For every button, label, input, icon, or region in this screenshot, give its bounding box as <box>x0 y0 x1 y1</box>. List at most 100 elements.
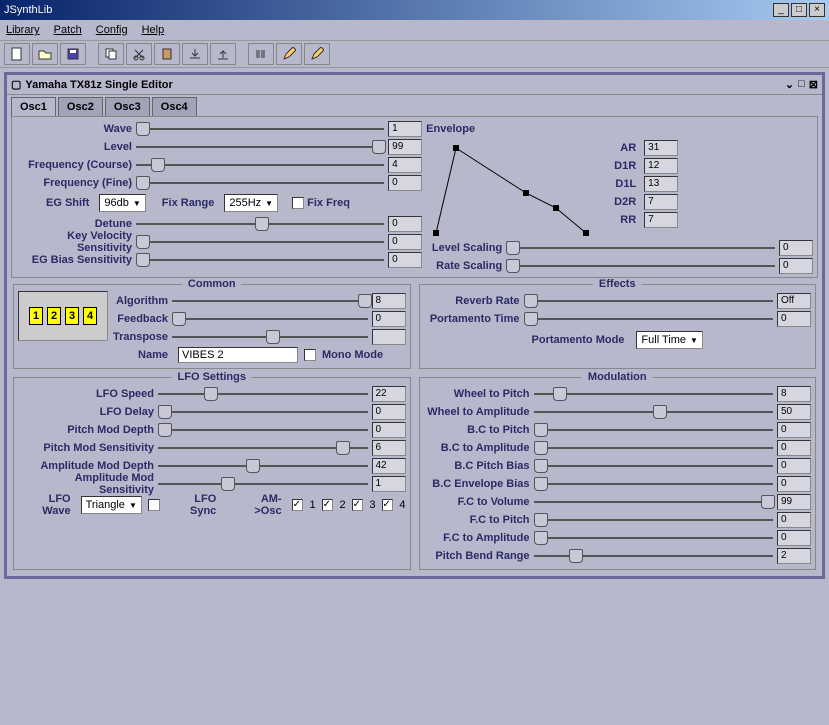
close-button[interactable]: × <box>809 3 825 17</box>
copy-icon[interactable] <box>98 43 124 65</box>
am1-checkbox[interactable] <box>292 499 304 511</box>
porta-slider[interactable] <box>524 312 774 326</box>
close-icon[interactable]: ⊠ <box>809 78 818 91</box>
freqf-value: 0 <box>388 175 422 191</box>
minimize-button[interactable]: _ <box>773 3 789 17</box>
fca-slider[interactable] <box>534 531 774 545</box>
d1l-value[interactable]: 13 <box>644 176 678 192</box>
egbs-value: 0 <box>388 252 422 268</box>
kvs-slider[interactable] <box>136 235 384 249</box>
amd-slider[interactable] <box>158 459 368 473</box>
freqf-slider[interactable] <box>136 176 384 190</box>
bcpb-slider[interactable] <box>534 459 774 473</box>
tab-osc2[interactable]: Osc2 <box>58 97 103 116</box>
feedback-slider[interactable] <box>172 312 368 326</box>
transpose-slider[interactable] <box>172 330 368 344</box>
pmd-label: Pitch Mod Depth <box>18 424 158 436</box>
mono-checkbox[interactable] <box>304 349 316 361</box>
freqc-slider[interactable] <box>136 158 384 172</box>
titlebar: JSynthLib _ □ × <box>0 0 829 20</box>
cut-icon[interactable] <box>126 43 152 65</box>
play-icon[interactable] <box>248 43 274 65</box>
tab-osc1[interactable]: Osc1 <box>11 97 56 116</box>
reverb-slider[interactable] <box>524 294 774 308</box>
maximize-button[interactable]: □ <box>791 3 807 17</box>
window-icon: ▢ <box>11 78 21 91</box>
bcp-slider[interactable] <box>534 423 774 437</box>
maximize-icon[interactable]: □ <box>798 78 805 91</box>
ams-value: 1 <box>372 476 406 492</box>
egbs-slider[interactable] <box>136 253 384 267</box>
pmode-combo[interactable]: Full Time <box>636 331 703 349</box>
am3-checkbox[interactable] <box>352 499 364 511</box>
bca-slider[interactable] <box>534 441 774 455</box>
wa-label: Wheel to Amplitude <box>424 406 534 418</box>
ams-slider[interactable] <box>158 477 368 491</box>
lfowave-combo[interactable]: Triangle <box>81 496 142 514</box>
bceb-slider[interactable] <box>534 477 774 491</box>
osc-tabs: Osc1 Osc2 Osc3 Osc4 <box>7 95 822 116</box>
egshift-combo[interactable]: 96db <box>99 194 145 212</box>
amd-value: 42 <box>372 458 406 474</box>
section-common: Common 1234 Algorithm8 Feedback0 Transpo… <box>13 284 411 369</box>
egbs-label: EG Bias Sensitivity <box>16 254 136 266</box>
tab-osc4[interactable]: Osc4 <box>152 97 197 116</box>
fcp-slider[interactable] <box>534 513 774 527</box>
fixrange-combo[interactable]: 255Hz <box>224 194 278 212</box>
menu-patch[interactable]: Patch <box>54 24 82 36</box>
paste-icon[interactable] <box>154 43 180 65</box>
bcpb-value: 0 <box>777 458 811 474</box>
ar-value[interactable]: 31 <box>644 140 678 156</box>
fixrange-label: Fix Range <box>162 197 219 209</box>
fcv-slider[interactable] <box>534 495 774 509</box>
edit-icon[interactable] <box>276 43 302 65</box>
amosc-label: AM->Osc <box>234 493 285 517</box>
lfospeed-slider[interactable] <box>158 387 368 401</box>
pbr-slider[interactable] <box>534 549 774 563</box>
lvlscale-slider[interactable] <box>506 241 775 255</box>
am4-checkbox[interactable] <box>382 499 394 511</box>
d2r-value[interactable]: 7 <box>644 194 678 210</box>
lfosync-checkbox[interactable] <box>148 499 160 511</box>
import-icon[interactable] <box>182 43 208 65</box>
wave-slider[interactable] <box>136 122 384 136</box>
open-icon[interactable] <box>32 43 58 65</box>
export-icon[interactable] <box>210 43 236 65</box>
name-field[interactable] <box>178 347 298 363</box>
porta-value: 0 <box>777 311 811 327</box>
porta-label: Portamento Time <box>424 313 524 325</box>
algorithm-diagram: 1234 <box>18 291 108 341</box>
app-title: JSynthLib <box>4 4 52 16</box>
algo-label: Algorithm <box>112 295 172 307</box>
new-icon[interactable] <box>4 43 30 65</box>
wa-slider[interactable] <box>534 405 774 419</box>
d1r-value[interactable]: 12 <box>644 158 678 174</box>
menu-config[interactable]: Config <box>96 24 128 36</box>
pmode-label: Portamento Mode <box>532 334 629 346</box>
wave-label: Wave <box>16 123 136 135</box>
rr-label: RR <box>610 214 640 226</box>
lfodelay-slider[interactable] <box>158 405 368 419</box>
level-slider[interactable] <box>136 140 384 154</box>
rr-value[interactable]: 7 <box>644 212 678 228</box>
bca-value: 0 <box>777 440 811 456</box>
fixfreq-checkbox[interactable] <box>292 197 304 209</box>
tab-osc3[interactable]: Osc3 <box>105 97 150 116</box>
algo-slider[interactable] <box>172 294 368 308</box>
wp-slider[interactable] <box>534 387 774 401</box>
lfospeed-value: 22 <box>372 386 406 402</box>
menu-library[interactable]: Library <box>6 24 40 36</box>
detune-slider[interactable] <box>136 217 384 231</box>
pms-slider[interactable] <box>158 441 368 455</box>
save-icon[interactable] <box>60 43 86 65</box>
am2-checkbox[interactable] <box>322 499 334 511</box>
edit2-icon[interactable] <box>304 43 330 65</box>
ratescale-slider[interactable] <box>506 259 775 273</box>
lvlscale-label: Level Scaling <box>426 242 506 254</box>
amd-label: Amplitude Mod Depth <box>18 460 158 472</box>
iconify-icon[interactable]: ⌄ <box>785 78 794 91</box>
pmd-slider[interactable] <box>158 423 368 437</box>
envelope-title: Envelope <box>426 123 479 135</box>
transpose-value <box>372 329 406 345</box>
menu-help[interactable]: Help <box>142 24 165 36</box>
